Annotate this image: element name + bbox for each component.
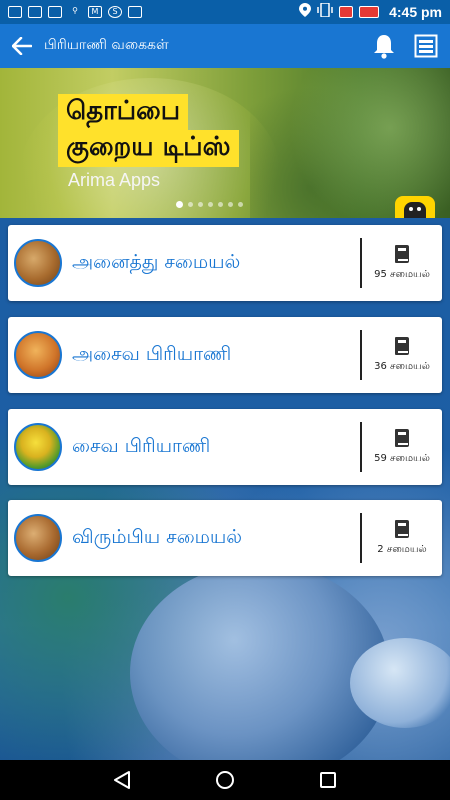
app-icon <box>8 6 22 18</box>
pager-dot[interactable] <box>228 202 233 207</box>
banner-pager <box>176 201 243 208</box>
recipe-count: 2 சமையல் <box>362 520 442 556</box>
status-left-icons: ⚲ M S <box>8 6 142 18</box>
count-text: 36 சமையல் <box>374 361 430 372</box>
category-label: அனைத்து சமையல் <box>72 250 241 273</box>
usb-icon: ⚲ <box>72 6 78 15</box>
page-title: பிரியாணி வகைகள் <box>44 37 169 53</box>
status-right-icons: 4:45 pm <box>299 2 442 21</box>
home-circle-icon <box>215 771 234 789</box>
battery-icon <box>359 6 380 18</box>
category-card-veg[interactable]: சைவ பிரியாணி 59 சமையல் <box>8 409 442 485</box>
pager-dot[interactable] <box>208 202 213 207</box>
recents-square-icon <box>320 772 337 788</box>
count-text: 95 சமையல் <box>374 269 430 280</box>
app-bar: பிரியாணி வகைகள் <box>0 24 450 68</box>
status-bar: ⚲ M S 4:45 pm <box>0 0 450 24</box>
category-label: அசைவ பிரியாணி <box>72 342 232 365</box>
category-card-nonveg[interactable]: அசைவ பிரியாணி 36 சமையல் <box>8 317 442 393</box>
recipe-count: 59 சமையல் <box>362 429 442 465</box>
nav-back-button[interactable] <box>110 768 134 792</box>
back-triangle-icon <box>113 771 130 789</box>
pager-dot[interactable] <box>198 202 203 207</box>
sim-icon <box>339 6 354 18</box>
mascot-icon <box>395 196 435 218</box>
banner-brand: Arima Apps <box>68 170 161 190</box>
count-text: 59 சமையல் <box>374 453 430 464</box>
menu-list-icon <box>414 34 438 58</box>
mail-icon <box>28 6 42 18</box>
category-label: விரும்பிய சமையல் <box>72 525 243 548</box>
bell-icon <box>374 35 394 59</box>
book-icon <box>395 520 409 538</box>
location-icon <box>299 3 312 21</box>
back-button[interactable] <box>8 32 36 60</box>
gmail-icon: M <box>88 6 102 18</box>
square-icon <box>128 6 142 18</box>
count-text: 2 சமையல் <box>377 544 427 555</box>
pager-dot[interactable] <box>238 202 243 207</box>
notifications-button[interactable] <box>368 30 400 62</box>
recipe-count: 95 சமையல் <box>362 245 442 281</box>
nav-recents-button[interactable] <box>316 768 340 792</box>
biryani-thumbnail <box>14 423 62 471</box>
category-card-favorites[interactable]: விரும்பிய சமையல் 2 சமையல் <box>8 500 442 576</box>
pager-dot[interactable] <box>218 202 223 207</box>
biryani-thumbnail <box>14 331 62 379</box>
category-card-all[interactable]: அனைத்து சமையல் 95 சமையல் <box>8 225 442 301</box>
book-icon <box>395 245 409 263</box>
banner-headline-line2: குறைய டிப்ஸ் <box>58 130 239 167</box>
arrow-back-icon <box>12 37 32 55</box>
book-icon <box>395 337 409 355</box>
pager-dot[interactable] <box>188 202 193 207</box>
recipe-count: 36 சமையல் <box>362 337 442 373</box>
nav-home-button[interactable] <box>213 768 237 792</box>
banner-headline-line1: தொப்பை <box>58 94 189 131</box>
book-icon <box>395 429 409 447</box>
status-time: 4:45 pm <box>389 4 442 20</box>
menu-list-button[interactable] <box>410 30 442 62</box>
skype-icon: S <box>108 6 122 18</box>
biryani-thumbnail <box>14 514 62 562</box>
image-icon <box>48 6 62 18</box>
pager-dot[interactable] <box>176 201 183 208</box>
vibrate-icon <box>317 2 333 21</box>
biryani-thumbnail <box>14 239 62 287</box>
category-label: சைவ பிரியாணி <box>72 434 211 457</box>
system-nav-bar <box>0 760 450 800</box>
